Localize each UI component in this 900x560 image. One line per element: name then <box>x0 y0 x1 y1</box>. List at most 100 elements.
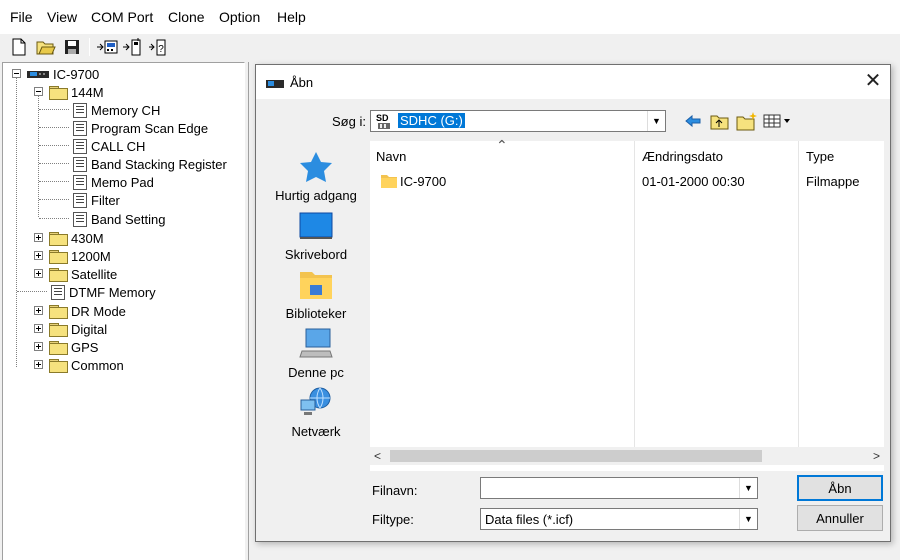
expand-dr-mode-toggle[interactable] <box>34 306 43 315</box>
up-folder-icon[interactable] <box>710 112 730 133</box>
new-file-icon[interactable] <box>8 36 30 58</box>
save-disk-icon[interactable] <box>61 36 83 58</box>
menu-option[interactable]: Option <box>219 9 260 25</box>
close-icon[interactable]: ✕ <box>862 71 884 93</box>
collapse-144m-toggle[interactable] <box>34 87 43 96</box>
chevron-down-icon[interactable]: ▼ <box>647 111 665 131</box>
view-menu-icon[interactable] <box>763 113 793 132</box>
tree-label: Memory CH <box>91 102 161 118</box>
expand-digital-toggle[interactable] <box>34 324 43 333</box>
tree-item-common[interactable]: Common <box>49 356 124 374</box>
place-quick-access[interactable]: Hurtig adgang <box>266 150 366 203</box>
tree-label: Satellite <box>71 266 118 282</box>
column-header-date[interactable]: Ændringsdato <box>642 149 723 164</box>
filetype-label: Filtype: <box>372 512 414 527</box>
tree-label: DTMF Memory <box>69 284 156 300</box>
place-desktop[interactable]: Skrivebord <box>266 209 366 262</box>
expand-satellite-toggle[interactable] <box>34 269 43 278</box>
star-icon <box>298 150 334 184</box>
menu-bar: File View COM Port Clone Option Help <box>0 0 900 34</box>
file-date: 01-01-2000 00:30 <box>642 174 745 189</box>
filename-input[interactable]: ▼ <box>480 477 758 499</box>
tree-label: Band Stacking Register <box>91 156 227 172</box>
filetype-value: Data files (*.icf) <box>485 512 574 527</box>
sd-card-icon-text: SD <box>376 113 389 123</box>
back-arrow-icon[interactable] <box>684 112 702 133</box>
tree-item-root[interactable]: IC-9700 <box>27 65 99 83</box>
menu-view[interactable]: View <box>47 9 77 25</box>
new-folder-icon[interactable] <box>736 111 758 134</box>
expand-common-toggle[interactable] <box>34 360 43 369</box>
place-label: Hurtig adgang <box>275 188 357 203</box>
tree-label: Memo Pad <box>91 174 154 190</box>
tree-item-digital[interactable]: Digital <box>49 320 107 338</box>
tree-item-144m[interactable]: 144M <box>49 83 104 101</box>
toolbar: ? <box>0 34 900 61</box>
tree-item-satellite[interactable]: Satellite <box>49 265 117 283</box>
expand-1200m-toggle[interactable] <box>34 251 43 260</box>
file-row[interactable]: IC-9700 01-01-2000 00:30 Filmappe <box>370 171 884 191</box>
write-to-radio-icon[interactable] <box>122 36 144 58</box>
tree-item-memory-ch[interactable]: Memory CH <box>73 101 160 119</box>
look-in-value: SDHC (G:) <box>398 113 465 128</box>
tree-item-dtmf-memory[interactable]: DTMF Memory <box>51 283 156 301</box>
column-header-type[interactable]: Type <box>806 149 834 164</box>
menu-com-port[interactable]: COM Port <box>91 9 153 25</box>
desktop-icon <box>298 209 334 243</box>
menu-help[interactable]: Help <box>277 9 306 25</box>
tree-item-program-scan-edge[interactable]: Program Scan Edge <box>73 119 208 137</box>
tree-item-band-stacking-register[interactable]: Band Stacking Register <box>73 155 227 173</box>
open-button[interactable]: Åbn <box>797 475 883 501</box>
dialog-title-bar: Åbn ✕ <box>256 65 890 99</box>
expand-430m-toggle[interactable] <box>34 233 43 242</box>
document-icon <box>73 102 87 118</box>
folder-icon <box>49 267 68 282</box>
document-icon <box>73 138 87 154</box>
tree-item-filter[interactable]: Filter <box>73 191 120 209</box>
folder-icon <box>49 340 68 355</box>
radio-info-icon[interactable]: ? <box>148 36 170 58</box>
place-libraries[interactable]: Biblioteker <box>266 268 366 321</box>
open-folder-icon[interactable] <box>35 36 57 58</box>
document-icon <box>73 156 87 172</box>
scroll-right-icon[interactable]: > <box>873 449 880 463</box>
look-in-dropdown[interactable]: SD SDHC (G:) ▼ <box>370 110 666 132</box>
collapse-root-toggle[interactable] <box>12 69 21 78</box>
tree-label: 144M <box>71 84 104 100</box>
tree-item-band-setting[interactable]: Band Setting <box>73 210 165 228</box>
scroll-left-icon[interactable]: < <box>374 449 381 463</box>
read-from-radio-icon[interactable] <box>96 36 118 58</box>
folder-icon <box>49 85 68 100</box>
document-icon <box>73 211 87 227</box>
horizontal-scrollbar[interactable]: < > <box>370 447 884 465</box>
network-icon <box>298 386 334 420</box>
chevron-down-icon[interactable]: ▼ <box>739 509 757 529</box>
folder-icon <box>49 249 68 264</box>
place-network[interactable]: Netværk <box>266 386 366 439</box>
tree-item-dr-mode[interactable]: DR Mode <box>49 302 126 320</box>
folder-icon <box>49 322 68 337</box>
tree-item-memo-pad[interactable]: Memo Pad <box>73 173 154 191</box>
folder-icon <box>49 304 68 319</box>
tree-item-1200m[interactable]: 1200M <box>49 247 111 265</box>
filetype-dropdown[interactable]: Data files (*.icf) ▼ <box>480 508 758 530</box>
column-header-name[interactable]: Navn <box>376 149 406 164</box>
chevron-down-icon[interactable]: ▼ <box>739 478 757 498</box>
menu-clone[interactable]: Clone <box>168 9 205 25</box>
scrollbar-thumb[interactable] <box>390 450 762 462</box>
tree-item-430m[interactable]: 430M <box>49 229 104 247</box>
folder-icon <box>49 358 68 373</box>
tree-item-gps[interactable]: GPS <box>49 338 98 356</box>
svg-text:?: ? <box>158 44 164 55</box>
cancel-button[interactable]: Annuller <box>797 505 883 531</box>
expand-gps-toggle[interactable] <box>34 342 43 351</box>
document-icon <box>51 284 65 300</box>
place-label: Netværk <box>291 424 341 439</box>
file-list: ⌃ Navn Ændringsdato Type IC-9700 01-01-2… <box>370 137 884 471</box>
tree-label: CALL CH <box>91 138 146 154</box>
tree-item-call-ch[interactable]: CALL CH <box>73 137 145 155</box>
sort-ascending-icon: ⌃ <box>496 137 508 153</box>
dialog-title: Åbn <box>290 75 314 90</box>
place-this-pc[interactable]: Denne pc <box>266 327 366 380</box>
menu-file[interactable]: File <box>10 9 33 25</box>
